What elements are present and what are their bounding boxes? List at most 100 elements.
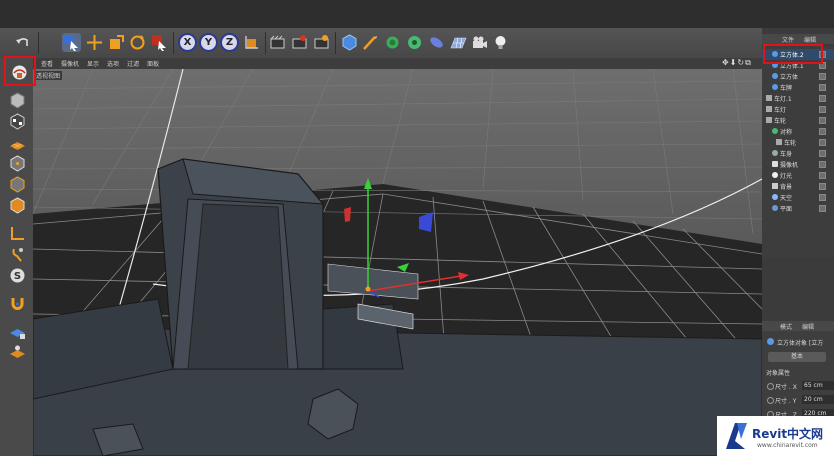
size-y-radio[interactable] (767, 397, 774, 404)
menu-mode[interactable]: 模式 (780, 322, 792, 331)
object-item[interactable]: 车身 (762, 148, 834, 159)
scale-icon[interactable] (107, 33, 126, 52)
menu-filter[interactable]: 过滤 (127, 59, 139, 68)
object-label: 车牌 (780, 85, 793, 92)
undo-icon[interactable] (13, 33, 32, 52)
cube-icon[interactable] (340, 33, 359, 52)
sky-object-icon (772, 194, 778, 200)
size-y-field[interactable]: 20 cm (802, 395, 834, 404)
axis-z-toggle[interactable]: Z (220, 33, 239, 52)
tweak-mode-icon[interactable] (8, 245, 27, 264)
object-item[interactable]: 天空 (762, 192, 834, 203)
axis-mode-icon[interactable] (8, 224, 27, 243)
svg-text:S: S (14, 271, 21, 282)
menu-panel[interactable]: 面板 (147, 59, 159, 68)
object-item[interactable]: 对称 (762, 126, 834, 137)
visibility-checkbox[interactable] (819, 128, 826, 135)
viewport-nav-icons[interactable]: ✥⬇↻⧉ (722, 58, 752, 68)
visibility-checkbox[interactable] (819, 106, 826, 113)
menu-camera[interactable]: 摄像机 (61, 59, 79, 68)
menu-attr-edit[interactable]: 编辑 (802, 322, 814, 331)
render-picture-icon[interactable] (290, 33, 309, 52)
object-item[interactable]: 车轮 (762, 115, 834, 126)
visibility-checkbox[interactable] (819, 194, 826, 201)
object-label: 平面 (780, 206, 793, 213)
edges-mode-icon[interactable] (8, 175, 27, 194)
model-mode-icon[interactable] (8, 91, 27, 110)
coordinate-system-icon[interactable] (242, 33, 261, 52)
null-group-icon (766, 106, 772, 112)
menu-view[interactable]: 查看 (41, 59, 53, 68)
camera-icon[interactable] (470, 33, 489, 52)
light-icon[interactable] (491, 33, 510, 52)
visibility-checkbox[interactable] (819, 205, 826, 212)
plane-object-icon (772, 205, 778, 211)
lock-workplane-icon[interactable] (8, 322, 27, 341)
visibility-checkbox[interactable] (819, 139, 826, 146)
object-label: 对称 (780, 129, 793, 136)
polygons-mode-icon[interactable] (8, 196, 27, 215)
object-item[interactable]: 摄像机 (762, 159, 834, 170)
cloner-icon[interactable] (405, 33, 424, 52)
select-arrow-icon[interactable] (62, 33, 81, 52)
magnet-icon[interactable] (8, 294, 27, 313)
rotate-icon[interactable] (128, 33, 147, 52)
object-item[interactable]: 车轮 (762, 137, 834, 148)
attr-object-title: 立方体对象 [立方 (777, 340, 824, 347)
menu-edit[interactable]: 编辑 (804, 35, 816, 44)
visibility-checkbox[interactable] (819, 150, 826, 157)
title-strip (0, 0, 834, 28)
object-item[interactable]: 平面 (762, 203, 834, 214)
background-object-icon (772, 183, 778, 189)
visibility-checkbox[interactable] (819, 73, 826, 80)
object-label: 天空 (780, 195, 793, 202)
render-settings-icon[interactable] (312, 33, 331, 52)
nurbs-icon[interactable] (383, 33, 402, 52)
size-x-label: 尺寸 . X (775, 384, 797, 391)
watermark-brand: Revit中文网 (752, 427, 824, 441)
attribute-menu: 模式 编辑 (762, 321, 834, 331)
camera-object-icon (772, 161, 778, 167)
render-view-icon[interactable] (268, 33, 287, 52)
object-label: 车身 (780, 151, 793, 158)
menu-display[interactable]: 显示 (87, 59, 99, 68)
visibility-checkbox[interactable] (819, 117, 826, 124)
menu-file[interactable]: 文件 (782, 35, 794, 44)
object-item[interactable]: 背景 (762, 181, 834, 192)
axis-y-toggle[interactable]: Y (199, 33, 218, 52)
object-properties-header: 对象属性 (766, 370, 791, 377)
workplane-icon[interactable] (8, 133, 27, 152)
texture-mode-icon[interactable] (8, 112, 27, 131)
axis-x-toggle[interactable]: X (178, 33, 197, 52)
visibility-checkbox[interactable] (819, 84, 826, 91)
live-select-icon[interactable] (150, 33, 169, 52)
symmetry-icon (772, 128, 778, 134)
visibility-checkbox[interactable] (819, 95, 826, 102)
snap-icon[interactable]: S (8, 266, 27, 285)
tab-basic[interactable]: 基本 (768, 352, 826, 362)
visibility-checkbox[interactable] (819, 172, 826, 179)
deformer-icon[interactable] (427, 33, 446, 52)
object-item[interactable]: 车灯.1 (762, 93, 834, 104)
object-manager-menu: 文件 编辑 (762, 34, 834, 44)
size-x-field[interactable]: 65 cm (802, 381, 834, 390)
floor-icon[interactable] (449, 33, 468, 52)
move-icon[interactable] (85, 33, 104, 52)
planar-workplane-icon[interactable] (8, 343, 27, 362)
viewport-menu: 查看 摄像机 显示 选项 过滤 面板 (33, 58, 762, 69)
watermark-site: www.chinarevit.com (757, 442, 818, 449)
points-mode-icon[interactable] (8, 154, 27, 173)
object-list: 立方体.2 立方体.1 立方体 车牌 车灯.1 车灯 车轮 对称 车轮 车身 摄… (762, 46, 834, 258)
object-item[interactable]: 车牌 (762, 82, 834, 93)
menu-options[interactable]: 选项 (107, 59, 119, 68)
left-toolbar: S (0, 58, 34, 456)
perspective-viewport[interactable] (33, 69, 762, 456)
cube-object-icon (772, 73, 778, 79)
object-item[interactable]: 灯光 (762, 170, 834, 181)
visibility-checkbox[interactable] (819, 161, 826, 168)
pen-spline-icon[interactable] (361, 33, 380, 52)
object-item[interactable]: 车灯 (762, 104, 834, 115)
size-x-radio[interactable] (767, 383, 774, 390)
object-item[interactable]: 立方体 (762, 71, 834, 82)
visibility-checkbox[interactable] (819, 183, 826, 190)
